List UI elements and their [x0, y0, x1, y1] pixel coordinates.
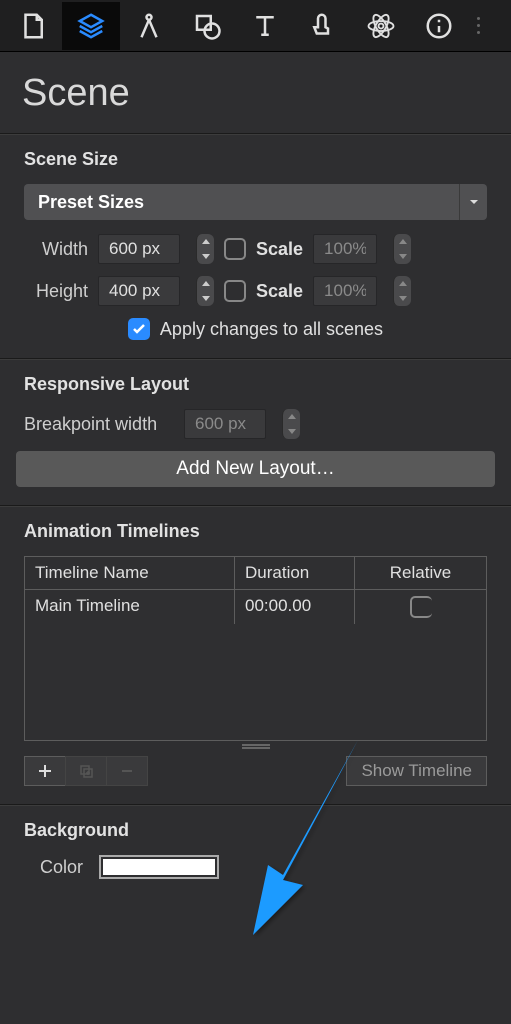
- add-layout-button[interactable]: Add New Layout…: [16, 451, 495, 487]
- toolbar-overflow-icon[interactable]: [468, 6, 488, 46]
- metrics-tab[interactable]: [120, 2, 178, 50]
- chevron-down-icon: [459, 184, 487, 220]
- timelines-table: Timeline Name Duration Relative Main Tim…: [24, 556, 487, 741]
- breakpoint-label: Breakpoint width: [24, 414, 174, 435]
- add-timeline-button[interactable]: [24, 756, 66, 786]
- width-stepper[interactable]: [196, 234, 214, 264]
- width-scale-checkbox[interactable]: [224, 238, 246, 260]
- breakpoint-input[interactable]: [185, 414, 265, 434]
- color-label: Color: [40, 857, 83, 878]
- panel-title: Scene: [0, 52, 511, 134]
- height-input[interactable]: [99, 281, 179, 301]
- timeline-relative-checkbox[interactable]: [410, 596, 432, 618]
- apply-all-checkbox[interactable]: [128, 318, 150, 340]
- table-resize-handle[interactable]: [12, 743, 499, 750]
- scene-tab[interactable]: [62, 2, 120, 50]
- preset-sizes-dropdown[interactable]: Preset Sizes: [24, 184, 487, 220]
- width-scale-label: Scale: [256, 239, 303, 260]
- apply-all-label: Apply changes to all scenes: [160, 319, 383, 340]
- scene-size-section: Scene Size Preset Sizes Width Scale Heig…: [0, 134, 511, 359]
- add-layout-label: Add New Layout…: [176, 458, 334, 480]
- col-duration-header[interactable]: Duration: [235, 557, 355, 589]
- width-label: Width: [24, 239, 88, 260]
- breakpoint-stepper[interactable]: [282, 409, 300, 439]
- scene-size-header: Scene Size: [12, 149, 499, 170]
- background-color-swatch[interactable]: [99, 855, 219, 879]
- height-scale-checkbox[interactable]: [224, 280, 246, 302]
- table-row[interactable]: Main Timeline 00:00.00: [25, 590, 486, 624]
- actions-tab[interactable]: [294, 2, 352, 50]
- element-tab[interactable]: [178, 2, 236, 50]
- physics-tab[interactable]: [352, 2, 410, 50]
- timeline-duration-cell: 00:00.00: [235, 590, 355, 624]
- document-tab[interactable]: [4, 2, 62, 50]
- height-scale-label: Scale: [256, 281, 303, 302]
- timeline-name-cell: Main Timeline: [25, 590, 235, 624]
- width-scale-input[interactable]: [314, 239, 376, 259]
- background-header: Background: [12, 820, 499, 841]
- show-timeline-label: Show Timeline: [361, 761, 472, 781]
- responsive-section: Responsive Layout Breakpoint width Add N…: [0, 359, 511, 506]
- height-scale-input[interactable]: [314, 281, 376, 301]
- responsive-header: Responsive Layout: [12, 374, 499, 395]
- width-scale-field[interactable]: [313, 234, 377, 264]
- height-label: Height: [24, 281, 88, 302]
- col-relative-header[interactable]: Relative: [355, 557, 486, 589]
- remove-timeline-button[interactable]: [106, 756, 148, 786]
- timelines-section: Animation Timelines Timeline Name Durati…: [0, 506, 511, 805]
- breakpoint-field[interactable]: [184, 409, 266, 439]
- height-scale-stepper[interactable]: [393, 276, 411, 306]
- preset-sizes-label: Preset Sizes: [24, 192, 144, 213]
- timelines-header: Animation Timelines: [12, 521, 499, 542]
- inspector-toolbar: [0, 0, 511, 52]
- height-field[interactable]: [98, 276, 180, 306]
- typography-tab[interactable]: [236, 2, 294, 50]
- width-field[interactable]: [98, 234, 180, 264]
- height-scale-field[interactable]: [313, 276, 377, 306]
- height-stepper[interactable]: [196, 276, 214, 306]
- col-name-header[interactable]: Timeline Name: [25, 557, 235, 589]
- width-scale-stepper[interactable]: [393, 234, 411, 264]
- show-timeline-button[interactable]: Show Timeline: [346, 756, 487, 786]
- duplicate-timeline-button[interactable]: [65, 756, 107, 786]
- width-input[interactable]: [99, 239, 179, 259]
- identity-tab[interactable]: [410, 2, 468, 50]
- background-section: Background Color: [0, 805, 511, 919]
